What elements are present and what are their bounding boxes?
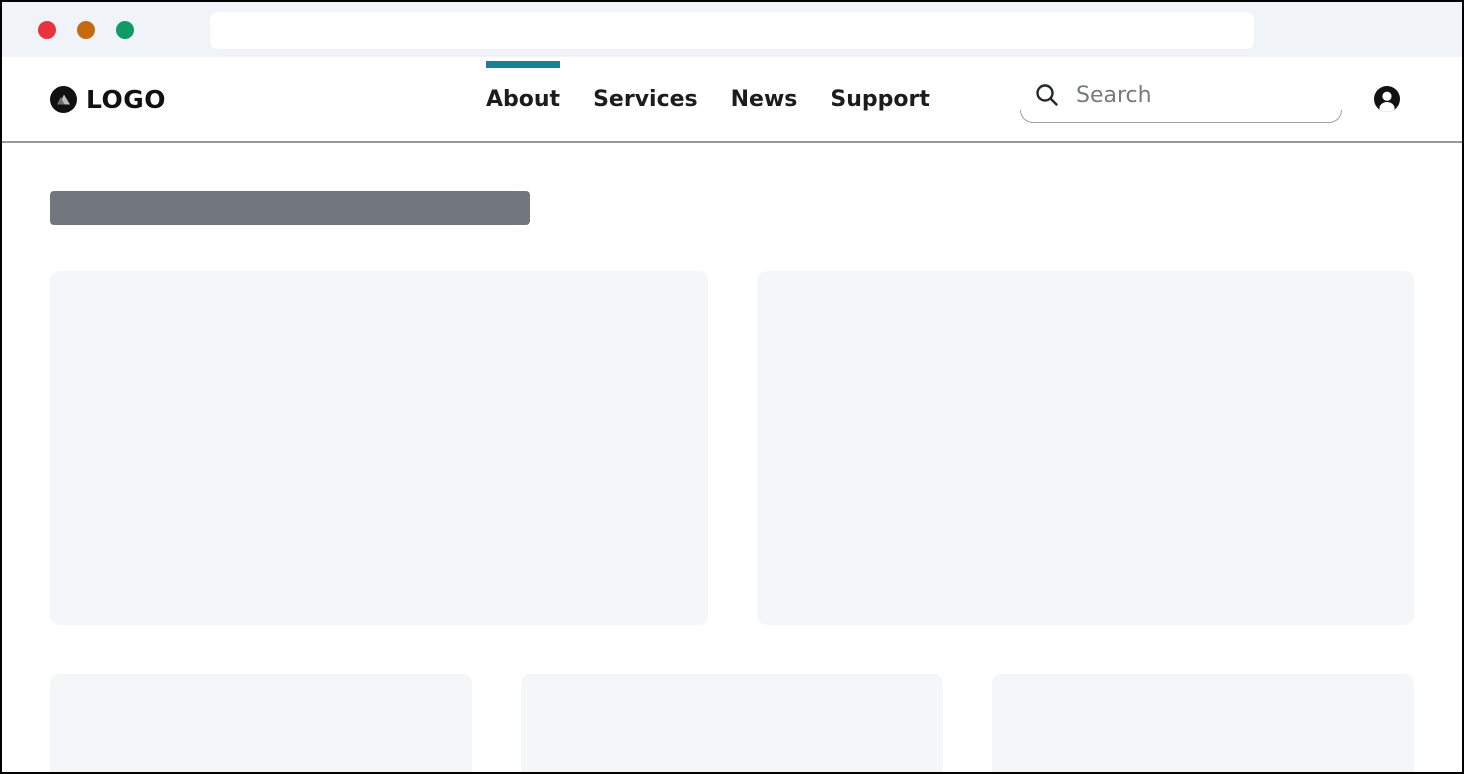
search-input[interactable] — [1020, 75, 1342, 115]
logo-text: LOGO — [86, 85, 166, 114]
content-card-placeholder — [50, 271, 708, 625]
browser-window: LOGO About Services News Support — [0, 0, 1464, 774]
page-content — [2, 191, 1462, 774]
nav-item-news[interactable]: News — [731, 57, 798, 141]
content-card-placeholder — [757, 271, 1415, 625]
content-card-placeholder — [992, 674, 1414, 774]
heading-placeholder — [50, 191, 530, 225]
large-card-row — [50, 271, 1414, 625]
maximize-window-button[interactable] — [116, 21, 134, 39]
logo-mountain-icon — [50, 86, 77, 113]
nav-item-about[interactable]: About — [486, 57, 560, 141]
url-bar[interactable] — [210, 12, 1254, 49]
site-header: LOGO About Services News Support — [2, 57, 1462, 143]
user-avatar-icon[interactable] — [1374, 86, 1400, 112]
browser-chrome-bar — [2, 2, 1462, 57]
logo[interactable]: LOGO — [50, 57, 166, 141]
minimize-window-button[interactable] — [77, 21, 95, 39]
nav-item-services[interactable]: Services — [593, 57, 698, 141]
close-window-button[interactable] — [38, 21, 56, 39]
window-controls — [38, 21, 134, 39]
content-card-placeholder — [50, 674, 472, 774]
content-card-placeholder — [521, 674, 943, 774]
nav-item-support[interactable]: Support — [830, 57, 929, 141]
small-card-row — [50, 674, 1414, 774]
main-nav: About Services News Support — [486, 57, 930, 141]
search-box — [1020, 75, 1342, 123]
